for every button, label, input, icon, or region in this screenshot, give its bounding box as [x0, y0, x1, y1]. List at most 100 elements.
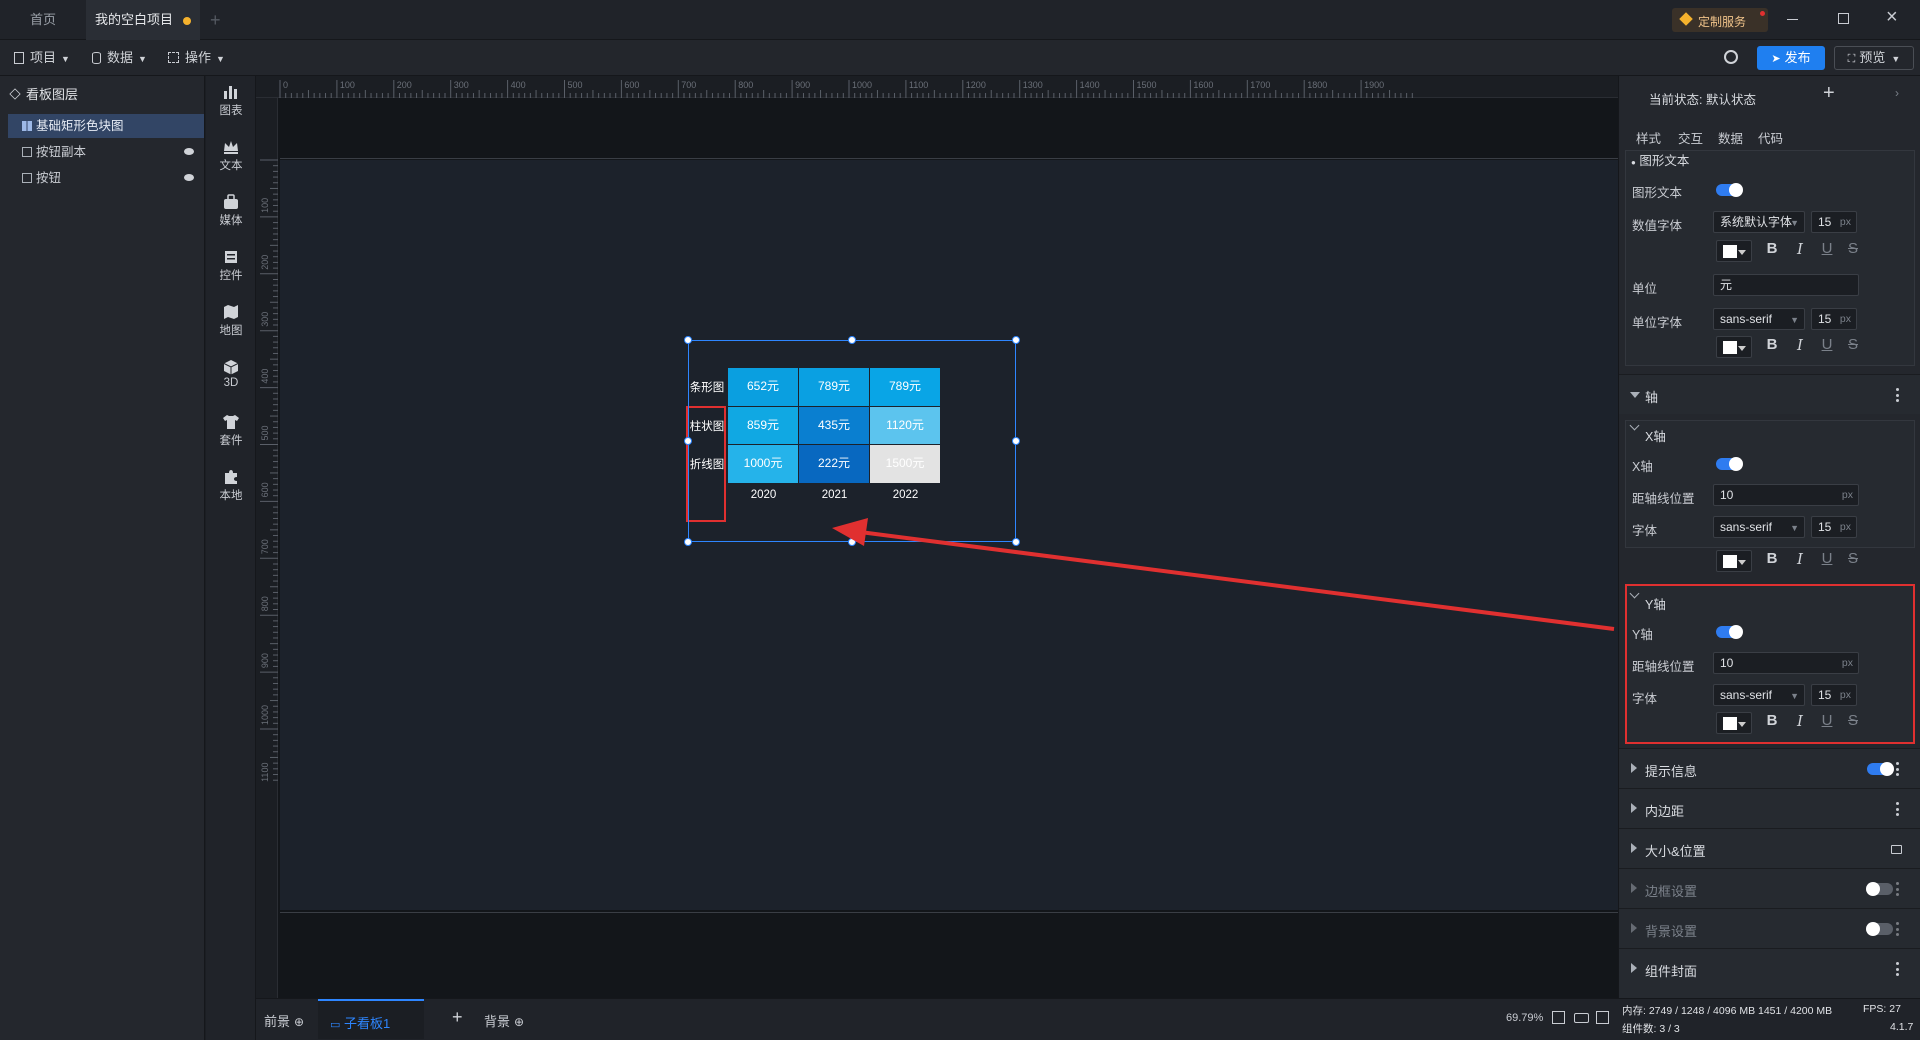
menu-project[interactable]: 项目 ▼: [14, 48, 70, 68]
unit-color-swatch[interactable]: [1716, 336, 1752, 358]
bold-button[interactable]: B: [1762, 336, 1782, 353]
resize-handle-w[interactable]: [684, 437, 692, 445]
tab-home[interactable]: 首页: [0, 0, 86, 40]
section-border[interactable]: 边框设置: [1619, 868, 1920, 908]
background-tab[interactable]: 背景 ⊕: [484, 1011, 524, 1030]
strikethrough-button[interactable]: S: [1843, 240, 1863, 257]
tab-style[interactable]: 样式: [1636, 128, 1661, 147]
canvas-area[interactable]: 0 100 200 300 400 500 600 700 800 900 1000 1100 1200…: [256, 76, 1618, 998]
layer-item-button[interactable]: 按钮: [8, 166, 204, 190]
italic-button[interactable]: I: [1790, 550, 1810, 568]
more-icon[interactable]: [1896, 388, 1899, 402]
underline-button[interactable]: U: [1817, 240, 1837, 257]
resize-handle-sw[interactable]: [684, 538, 692, 546]
comp-media[interactable]: 媒体: [206, 194, 256, 228]
section-size-position[interactable]: 大小&位置: [1619, 828, 1920, 868]
italic-button[interactable]: I: [1790, 712, 1810, 730]
unit-input[interactable]: 元: [1713, 274, 1859, 296]
add-state-icon[interactable]: +: [1823, 82, 1835, 105]
y-axis-size-input[interactable]: 15 px: [1811, 684, 1857, 706]
custom-service-button[interactable]: 定制服务: [1672, 8, 1768, 32]
comp-suite[interactable]: 套件: [206, 414, 256, 448]
preview-button[interactable]: ⛶ 预览 ▼: [1834, 46, 1914, 70]
axis-section[interactable]: 轴: [1619, 374, 1920, 414]
ruler-top[interactable]: 0 100 200 300 400 500 600 700 800 900 1000 1100 1200…: [256, 76, 1618, 98]
eye-hidden-icon[interactable]: [184, 148, 194, 155]
menu-operation[interactable]: 操作 ▼: [168, 48, 225, 68]
value-size-input[interactable]: 15 px: [1811, 211, 1857, 233]
heatmap-chart[interactable]: 条形图 652元 789元 789元 柱状图 859元 435元 1120元 折线图 1000元 2…: [684, 336, 1020, 573]
foreground-tab[interactable]: 前景 ⊕: [264, 1011, 304, 1030]
search-icon[interactable]: [1724, 50, 1738, 64]
y-axis-toggle[interactable]: [1716, 625, 1743, 639]
add-circle-icon[interactable]: ⊕: [294, 1015, 304, 1029]
bold-button[interactable]: B: [1762, 550, 1782, 567]
tab-data[interactable]: 数据: [1718, 128, 1743, 147]
board-stage[interactable]: 条形图 652元 789元 789元 柱状图 859元 435元 1120元 折线图 1000元 2…: [280, 160, 1618, 910]
strikethrough-button[interactable]: S: [1843, 550, 1863, 567]
zoom-level[interactable]: 69.79%: [1506, 1012, 1543, 1024]
add-circle-icon[interactable]: ⊕: [514, 1015, 524, 1029]
x-axis-header[interactable]: X轴: [1645, 426, 1666, 445]
x-axis-color-swatch[interactable]: [1716, 550, 1752, 572]
resize-handle-nw[interactable]: [684, 336, 692, 344]
restore-icon[interactable]: [1838, 13, 1849, 24]
comp-local[interactable]: 本地: [206, 469, 256, 503]
x-axis-offset-input[interactable]: 10 px: [1713, 484, 1859, 506]
resize-handle-s[interactable]: [848, 538, 856, 546]
value-font-select[interactable]: 系统默认字体 ▼: [1713, 211, 1805, 233]
background-toggle[interactable]: [1866, 922, 1893, 936]
comp-text[interactable]: 文本: [206, 139, 256, 173]
comp-control[interactable]: 控件: [206, 249, 256, 283]
fit-screen-icon[interactable]: [1552, 1011, 1565, 1024]
menu-data[interactable]: 数据 ▼: [92, 48, 147, 68]
border-toggle[interactable]: [1866, 882, 1893, 896]
lock-icon[interactable]: [1891, 845, 1902, 854]
comp-chart[interactable]: 图表: [206, 84, 256, 118]
unit-font-select[interactable]: sans-serif ▼: [1713, 308, 1805, 330]
minimize-icon[interactable]: [1787, 19, 1798, 20]
tab-code[interactable]: 代码: [1758, 128, 1783, 147]
publish-button[interactable]: ➤ 发布: [1757, 46, 1825, 70]
comp-3d[interactable]: 3D: [206, 359, 256, 389]
board-tab[interactable]: ▭ 子看板1: [318, 999, 424, 1039]
add-tab-icon[interactable]: +: [210, 10, 221, 31]
layer-item-heatmap[interactable]: 基础矩形色块图: [8, 114, 204, 138]
unit-size-input[interactable]: 15 px: [1811, 308, 1857, 330]
tab-project[interactable]: 我的空白项目: [86, 0, 200, 40]
graphic-text-header[interactable]: ● 图形文本: [1631, 150, 1689, 169]
comp-map[interactable]: 地图: [206, 304, 256, 338]
tooltip-toggle[interactable]: [1867, 762, 1894, 776]
section-cover[interactable]: 组件封面: [1619, 948, 1920, 998]
x-axis-toggle[interactable]: [1716, 457, 1743, 471]
add-board-icon[interactable]: +: [452, 1007, 463, 1028]
underline-button[interactable]: U: [1817, 712, 1837, 729]
more-icon[interactable]: [1896, 962, 1899, 976]
resize-handle-e[interactable]: [1012, 437, 1020, 445]
strikethrough-button[interactable]: S: [1843, 712, 1863, 729]
resize-handle-n[interactable]: [848, 336, 856, 344]
resize-handle-se[interactable]: [1012, 538, 1020, 546]
value-color-swatch[interactable]: [1716, 240, 1752, 262]
more-icon[interactable]: [1896, 802, 1899, 816]
y-axis-color-swatch[interactable]: [1716, 712, 1752, 734]
close-icon[interactable]: ×: [1886, 6, 1898, 29]
graphic-text-toggle[interactable]: [1716, 183, 1743, 197]
bold-button[interactable]: B: [1762, 240, 1782, 257]
more-icon[interactable]: [1896, 882, 1899, 896]
eye-hidden-icon[interactable]: [184, 174, 194, 181]
chevron-right-icon[interactable]: ›: [1895, 86, 1899, 100]
y-axis-header[interactable]: Y轴: [1645, 594, 1666, 613]
tab-interaction[interactable]: 交互: [1678, 128, 1703, 147]
keyboard-icon[interactable]: [1574, 1013, 1589, 1023]
resize-handle-ne[interactable]: [1012, 336, 1020, 344]
strikethrough-button[interactable]: S: [1843, 336, 1863, 353]
italic-button[interactable]: I: [1790, 336, 1810, 354]
more-icon[interactable]: [1896, 922, 1899, 936]
more-icon[interactable]: [1896, 762, 1899, 776]
terminal-icon[interactable]: [1596, 1011, 1609, 1024]
x-axis-size-input[interactable]: 15 px: [1811, 516, 1857, 538]
underline-button[interactable]: U: [1817, 336, 1837, 353]
x-axis-font-select[interactable]: sans-serif ▼: [1713, 516, 1805, 538]
section-tooltip[interactable]: 提示信息: [1619, 748, 1920, 788]
